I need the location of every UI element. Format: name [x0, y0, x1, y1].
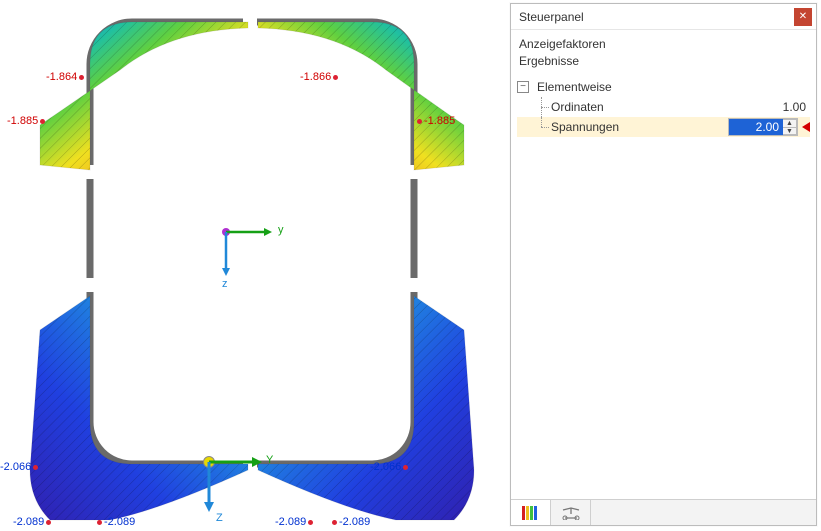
- spinner-up-icon[interactable]: ▲: [783, 120, 796, 127]
- panel-titlebar: Steuerpanel ✕: [511, 4, 816, 30]
- value-label-3: -1.885: [415, 115, 455, 127]
- tree-node-elementwise[interactable]: − Elementweise: [517, 77, 810, 97]
- tree-node-ordinaten[interactable]: Ordinaten 1.00: [517, 97, 810, 117]
- tree-label-ordinaten: Ordinaten: [549, 100, 732, 114]
- spannungen-spinner: ▲ ▼: [783, 119, 797, 135]
- panel-footer: [511, 499, 816, 525]
- value-label-1: -1.866: [300, 71, 340, 83]
- link-display-factors[interactable]: Anzeigefaktoren: [517, 36, 810, 52]
- color-bars-icon: [522, 506, 540, 520]
- cross-section-outline: [86, 18, 418, 468]
- value-label-7: -2.089: [95, 516, 135, 528]
- link-results[interactable]: Ergebnisse: [517, 53, 810, 69]
- spannungen-value[interactable]: 2.00: [729, 119, 783, 135]
- active-field-marker-icon: [802, 122, 810, 132]
- tree-label-spannungen: Spannungen: [549, 120, 728, 134]
- tree-toggle-icon[interactable]: −: [517, 81, 529, 93]
- ordinaten-value[interactable]: 1.00: [732, 99, 810, 115]
- tree-node-spannungen[interactable]: Spannungen 2.00 ▲ ▼: [517, 117, 810, 137]
- control-panel: Steuerpanel ✕ Anzeigefaktoren Ergebnisse…: [510, 3, 817, 526]
- panel-body: Anzeigefaktoren Ergebnisse − Elementweis…: [511, 30, 816, 499]
- value-label-5: -2.066: [370, 461, 410, 473]
- axis-z-small: z: [222, 278, 228, 290]
- value-label-9: -2.089: [330, 516, 370, 528]
- panel-close-button[interactable]: ✕: [794, 8, 812, 26]
- value-label-8: -2.089: [275, 516, 315, 528]
- result-viewport[interactable]: y z Y Z -1.864 -1.866 -1.885 -1.885 -2.066 -2…: [0, 0, 506, 531]
- factor-tree: − Elementweise Ordinaten 1.00 Spannungen…: [517, 77, 810, 137]
- close-icon: ✕: [799, 12, 807, 22]
- axis-z-big: Z: [216, 512, 223, 524]
- spannungen-input-wrap: 2.00 ▲ ▼: [728, 118, 798, 136]
- spinner-down-icon[interactable]: ▼: [783, 127, 796, 135]
- tree-label-elementwise: Elementweise: [535, 80, 810, 94]
- footer-tab-scale[interactable]: [551, 500, 591, 525]
- axis-y-big: Y: [266, 454, 273, 466]
- scale-icon: [561, 506, 581, 520]
- footer-tab-colors[interactable]: [511, 500, 551, 525]
- value-label-2: -1.885: [7, 115, 47, 127]
- local-axis-gizmo: [222, 228, 272, 276]
- value-label-6: -2.089: [13, 516, 53, 528]
- value-label-0: -1.864: [46, 71, 86, 83]
- axis-y-small: y: [278, 224, 284, 236]
- value-label-4: -2.066: [0, 461, 40, 473]
- panel-title: Steuerpanel: [519, 10, 794, 24]
